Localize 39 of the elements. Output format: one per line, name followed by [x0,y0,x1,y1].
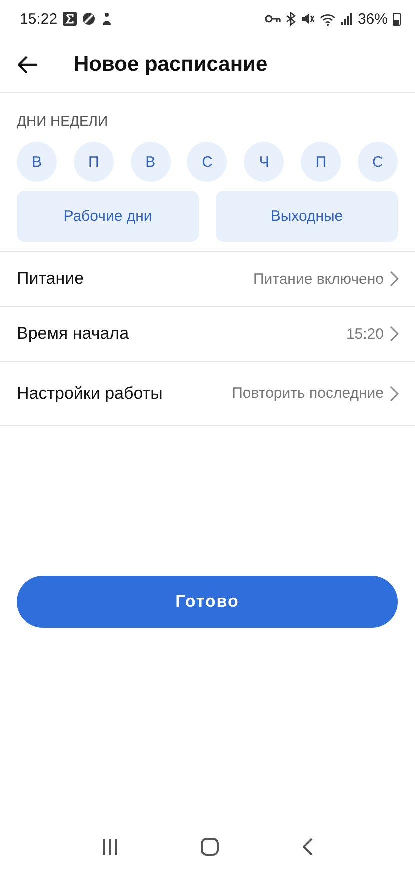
preset-button[interactable]: Выходные [216,191,398,242]
back-arrow-icon[interactable] [18,56,38,74]
weekday-toggle[interactable]: Ч [244,142,284,182]
preset-button[interactable]: Рабочие дни [17,191,199,242]
sigma-icon [62,12,77,26]
settings-row[interactable]: Настройки работы Повторить последние [0,362,415,426]
weekday-toggle[interactable]: П [74,142,114,182]
battery-icon [393,12,401,26]
weekday-toggle[interactable]: В [17,142,57,182]
key-icon [264,14,281,24]
home-icon[interactable] [201,838,220,856]
weekday-toggle[interactable]: П [301,142,342,182]
battery-percent: 36% [358,10,388,28]
status-time: 15:22 [20,10,58,28]
disc-icon [82,12,96,26]
settings-row[interactable]: Питание Питание включено [0,252,415,307]
setting-label: Питание [17,269,84,289]
mute-icon [300,12,315,26]
weekday-toggle[interactable]: С [187,142,228,182]
settings-row[interactable]: Время начала 15:20 [0,307,415,362]
setting-value: Питание включено [253,270,384,288]
weekday-toggle[interactable]: В [130,142,171,182]
recent-apps-icon[interactable] [102,839,118,855]
setting-label: Настройки работы [17,384,163,404]
back-icon[interactable] [303,838,314,856]
done-button[interactable]: Готово [17,576,398,628]
section-label: ДНИ НЕДЕЛИ [17,113,110,129]
bluetooth-icon [286,12,296,26]
weekday-toggle[interactable]: С [358,142,398,182]
signal-icon [340,13,353,25]
chevron-right-icon [390,271,399,287]
chevron-right-icon [390,386,399,402]
figure-icon [100,12,113,26]
screen-title: Новое расписание [74,53,268,77]
wifi-icon [320,12,336,26]
setting-value: 15:20 [346,326,384,342]
setting-label: Время начала [17,324,130,344]
setting-value: Повторить последние [232,385,384,402]
chevron-right-icon [390,326,399,342]
